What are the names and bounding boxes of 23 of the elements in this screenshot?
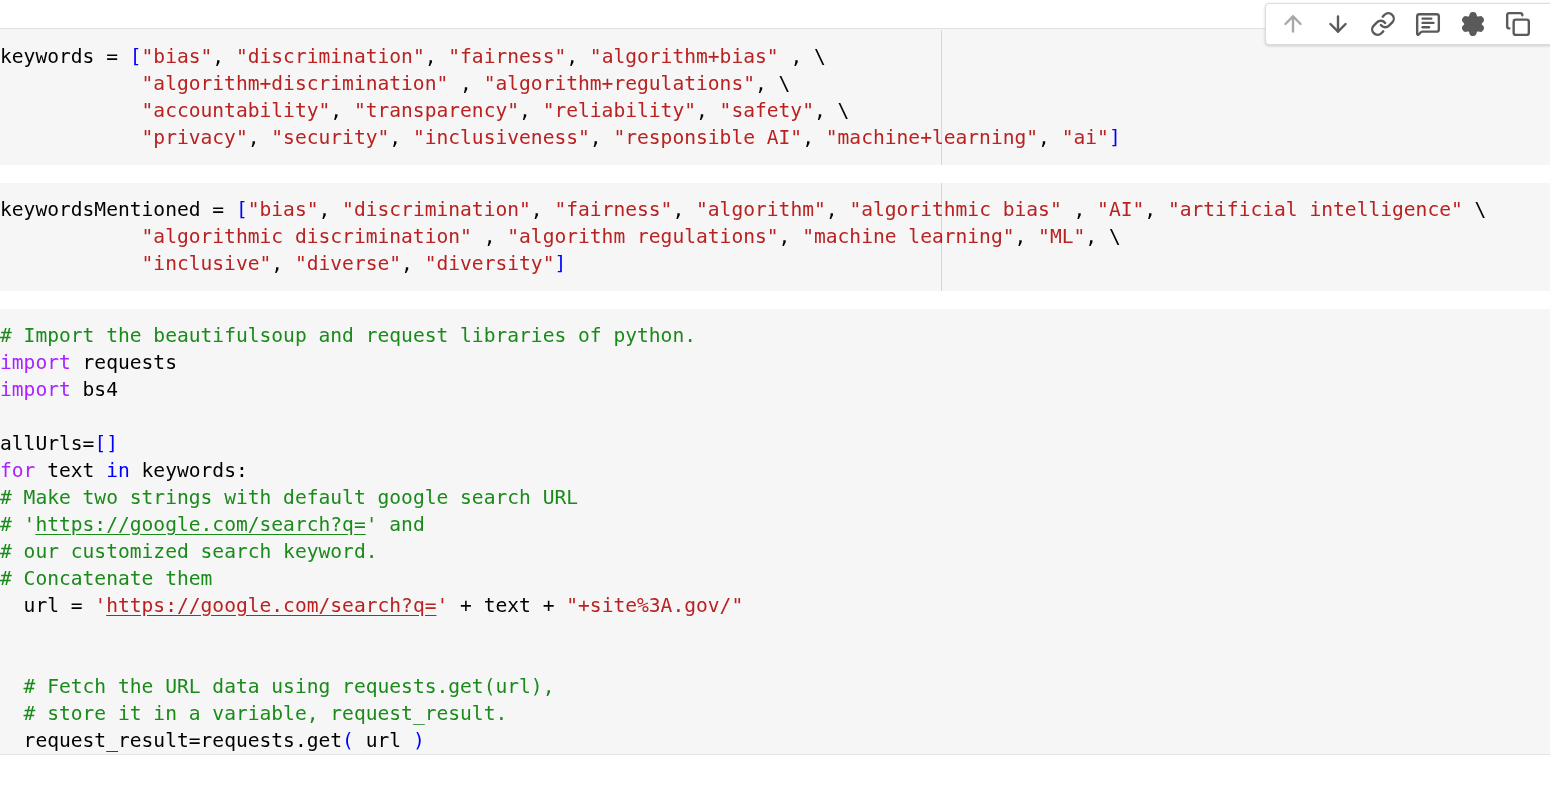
- code-line: "inclusive", "diverse", "diversity"]: [141, 251, 567, 277]
- code-line: # Import the beautifulsoup and request libraries of python.: [0, 323, 696, 349]
- comment-icon: [1415, 11, 1441, 37]
- code-line: keywordsMentioned = ["bias", "discrimination", "fairness", "algorithm", "algorithmic bias" , "AI", "artificial intelligence" \: [0, 197, 1487, 223]
- code-line: # store it in a variable, request_result.: [22, 701, 508, 727]
- code-line: "algorithmic discrimination" , "algorithm regulations", "machine learning", "ML", \: [141, 224, 1121, 250]
- code-line: # 'https://google.com/search?q=' and: [0, 512, 425, 538]
- code-line: # Make two strings with default google search URL: [0, 485, 579, 511]
- code-line: request_result=requests.get( url ): [22, 728, 425, 754]
- code-line: "privacy", "security", "inclusiveness", "responsible AI", "machine+learning", "ai"]: [141, 125, 1121, 151]
- code-line: # Concatenate them: [0, 566, 213, 592]
- code-line: for text in keywords:: [0, 458, 248, 484]
- copy-icon: [1505, 11, 1531, 37]
- code-line: "accountability", "transparency", "reliability", "safety", \: [141, 98, 850, 124]
- link-icon: [1370, 11, 1396, 37]
- code-line: # our customized search keyword.: [0, 539, 378, 565]
- code-line: # Fetch the URL data using requests.get(url),: [22, 674, 555, 700]
- code-line: keywords = ["bias", "discrimination", "fairness", "algorithm+bias" , \: [0, 44, 826, 70]
- code-line: allUrls=[]: [0, 431, 118, 457]
- code-line: import bs4: [0, 377, 118, 403]
- code-line: "algorithm+discrimination" , "algorithm+regulations", \: [141, 71, 791, 97]
- code-line: import requests: [0, 350, 177, 376]
- code-line: url = 'https://google.com/search?q=' + text + "+site%3A.gov/": [22, 593, 744, 619]
